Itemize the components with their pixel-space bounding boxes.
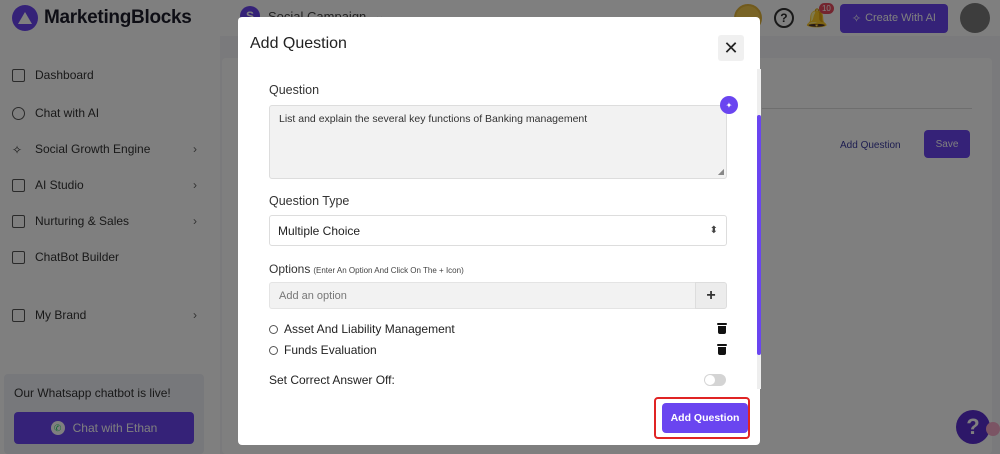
question-type-label: Question Type xyxy=(269,194,350,208)
select-arrows-icon: ⬍ xyxy=(709,225,718,236)
correct-answer-toggle[interactable] xyxy=(704,374,726,386)
plus-icon: + xyxy=(706,286,716,304)
modal-scrollbar-thumb[interactable] xyxy=(757,115,761,355)
question-type-value: Multiple Choice xyxy=(278,223,361,238)
option-label: Asset And Liability Management xyxy=(284,322,455,336)
options-hint: (Enter An Option And Click On The + Icon… xyxy=(313,266,464,275)
option-row[interactable]: Asset And Liability Management xyxy=(269,322,455,336)
question-label: Question xyxy=(269,83,320,97)
trash-icon[interactable] xyxy=(717,344,727,355)
resize-grip-icon[interactable]: ◢ xyxy=(718,167,724,176)
trash-icon[interactable] xyxy=(717,323,727,334)
ai-assist-icon[interactable]: ✦ xyxy=(720,96,738,114)
option-radio[interactable] xyxy=(269,345,278,355)
close-button[interactable]: ✕ xyxy=(718,35,744,61)
question-type-select[interactable]: Multiple Choice ⬍ xyxy=(269,215,727,246)
question-value: List and explain the several key functio… xyxy=(279,113,588,125)
option-label: Funds Evaluation xyxy=(284,343,377,357)
add-question-modal: Add Question ✕ Question List and explain… xyxy=(238,17,761,445)
correct-answer-label: Set Correct Answer Off: xyxy=(269,373,395,387)
close-icon: ✕ xyxy=(723,37,739,58)
options-label-row: Options (Enter An Option And Click On The… xyxy=(269,262,464,276)
add-option-placeholder: Add an option xyxy=(279,289,347,302)
options-label: Options xyxy=(269,262,311,276)
modal-title: Add Question xyxy=(250,35,347,52)
add-option-plus-button[interactable]: + xyxy=(695,282,727,309)
option-radio[interactable] xyxy=(269,324,278,334)
option-row[interactable]: Funds Evaluation xyxy=(269,343,377,357)
question-textarea[interactable]: List and explain the several key functio… xyxy=(269,105,727,179)
add-option-input[interactable]: Add an option xyxy=(269,282,695,309)
add-question-submit-button[interactable]: Add Question xyxy=(662,403,748,433)
